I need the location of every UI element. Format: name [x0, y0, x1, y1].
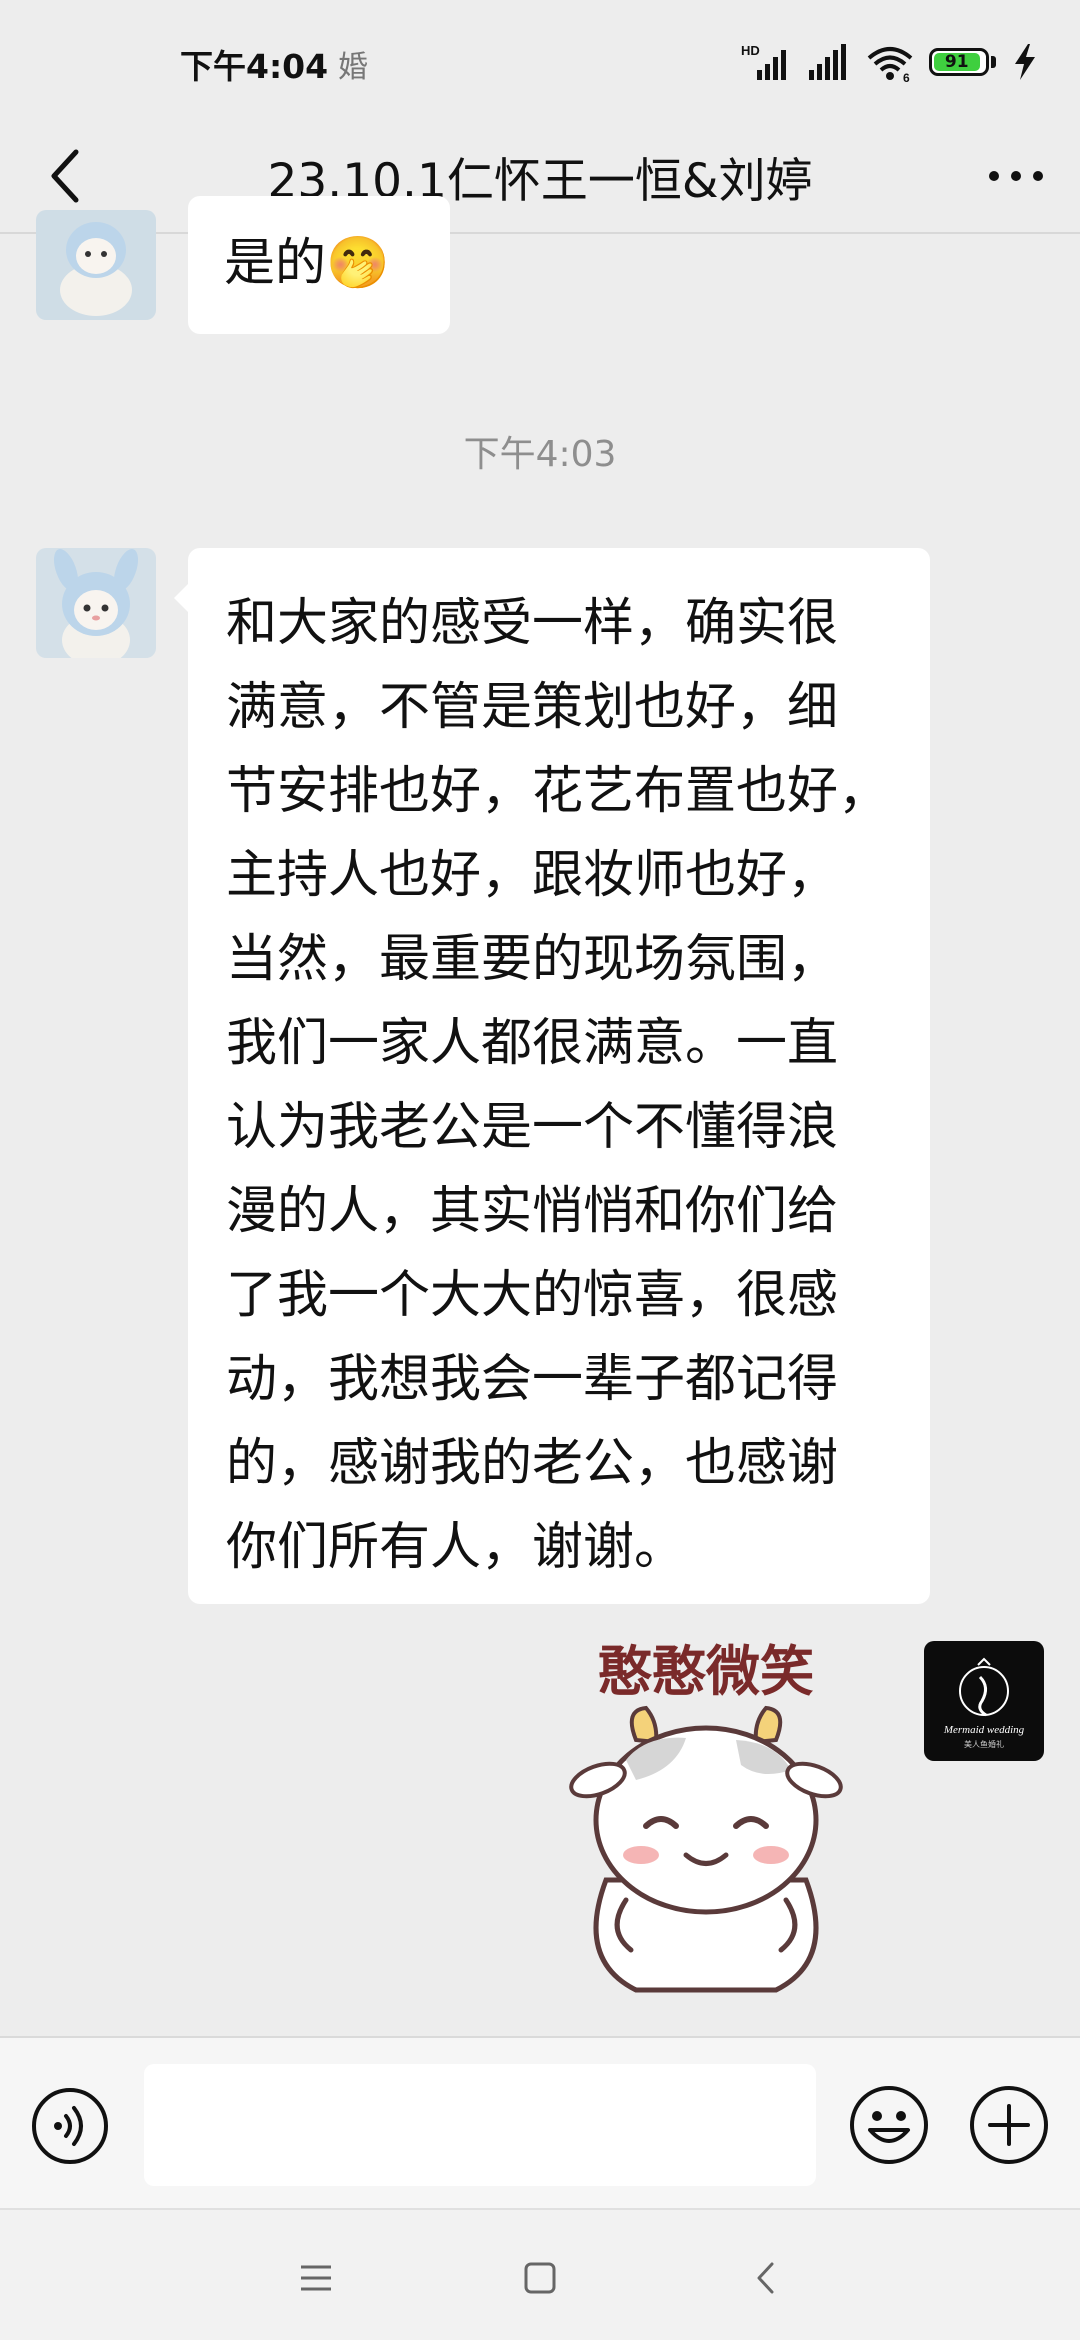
message-line: 当然，最重要的现场氛围， [226, 930, 839, 989]
message-line: 的，感谢我的老公，也感谢 [226, 1434, 839, 1493]
sender-avatar[interactable] [36, 548, 156, 658]
battery-tip [991, 56, 996, 68]
message-line: 主持人也好，跟妆师也好， [226, 846, 839, 905]
message-input[interactable] [144, 2064, 816, 2186]
status-notification-label: 婚 [338, 50, 368, 85]
avatar-brand-text: Mermaid wedding [943, 1724, 1025, 1736]
network-label: HD [741, 43, 760, 58]
wifi-icon: 6 [867, 47, 913, 82]
chat-header: 23.10.1仁怀王一恒&刘婷 [0, 120, 1080, 232]
voice-button[interactable] [30, 2086, 110, 2166]
thinking-face-emoji: 🤭 [326, 234, 390, 293]
more-button[interactable] [978, 138, 1054, 214]
message-bubble[interactable]: 是的🤭 [188, 196, 450, 334]
battery-level: 91 [934, 52, 980, 72]
wifi-badge: 6 [903, 71, 910, 82]
sender-avatar[interactable] [36, 210, 156, 320]
charging-icon [1015, 44, 1035, 80]
signal-hd-icon: HD [741, 43, 786, 80]
mermaid-wedding-logo-icon: Mermaid wedding 美人鱼婚礼 [943, 1657, 1025, 1749]
message-bubble-long[interactable]: 和大家的感受一样，确实很 满意，不管是策划也好，细 节安排也好，花艺布置也好， … [174, 548, 930, 1604]
home-icon [524, 2262, 556, 2294]
plus-button[interactable] [968, 2084, 1050, 2166]
battery-indicator: 91 [929, 48, 996, 76]
message-line: 动，我想我会一辈子都记得 [226, 1350, 839, 1409]
message-line: 漫的人，其实悄悄和你们给 [226, 1182, 839, 1241]
bubble-tail [174, 584, 188, 612]
avatar-brand-subtext: 美人鱼婚礼 [964, 1739, 1004, 1749]
my-avatar[interactable]: Mermaid wedding 美人鱼婚礼 [924, 1641, 1044, 1761]
message-line: 你们所有人，谢谢。 [226, 1518, 686, 1577]
message-line: 了我一个大大的惊喜，很感 [226, 1266, 839, 1325]
more-dots-icon [989, 171, 1043, 181]
message-line: 我们一家人都很满意。一直 [226, 1014, 839, 1073]
sticker-message[interactable]: 憨憨微笑 [536, 1630, 876, 2010]
message-text: 是的 [224, 234, 327, 293]
nav-home-button[interactable] [510, 2248, 570, 2308]
status-icons: HD 6 91 [741, 40, 1040, 84]
nav-menu-button[interactable] [286, 2248, 346, 2308]
status-bar: 下午4:04 婚 HD 6 91 [0, 0, 1080, 120]
input-bar [0, 2036, 1080, 2208]
bunny-avatar-icon [36, 548, 156, 658]
chevron-left-icon [51, 149, 79, 203]
plus-icon [970, 2086, 1048, 2164]
message-line: 满意，不管是策划也好，细 [226, 678, 839, 737]
header-divider [0, 232, 1080, 234]
bunny-avatar-icon [36, 210, 156, 320]
emoji-button[interactable] [848, 2084, 930, 2166]
sticker-caption: 憨憨微笑 [598, 1640, 814, 1703]
back-button[interactable] [28, 138, 104, 214]
message-timestamp: 下午4:03 [463, 434, 617, 475]
message-line: 节安排也好，花艺布置也好， [226, 762, 890, 821]
nav-back-button[interactable] [736, 2248, 796, 2308]
message-line: 和大家的感受一样，确实很 [226, 594, 839, 653]
menu-icon [301, 2265, 331, 2291]
back-icon [757, 2262, 774, 2294]
smiling-cow-sticker: 憨憨微笑 [569, 1640, 843, 1993]
emoji-icon [850, 2086, 928, 2164]
signal-icon [809, 44, 846, 80]
system-nav-bar [0, 2208, 1080, 2340]
voice-icon [32, 2088, 108, 2164]
status-time: 下午4:04 [180, 47, 329, 86]
battery-icon: 91 [929, 48, 989, 76]
message-line: 认为我老公是一个不懂得浪 [226, 1098, 839, 1157]
chat-screen: 下午4:04 婚 HD 6 91 23.10.1仁怀王一恒&刘婷 是的🤭 下午4… [0, 0, 1080, 2340]
